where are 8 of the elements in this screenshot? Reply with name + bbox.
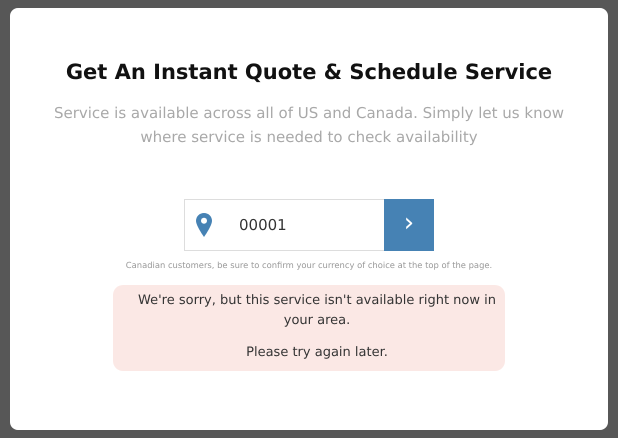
location-pin-icon bbox=[196, 213, 212, 238]
subtitle-text: Service is available across all of US and Canada. Simply let us know where service is needed to check availability bbox=[52, 103, 566, 148]
modal-title: Get An Instant Quote & Schedule Service bbox=[64, 60, 554, 86]
zip-input-field[interactable]: 00001 bbox=[184, 199, 384, 252]
currency-note: Canadian customers, be sure to confirm your currency of choice at the top of the page. bbox=[124, 259, 494, 272]
submit-button[interactable]: › bbox=[384, 199, 434, 252]
alert-message: We're sorry, but this service isn't available right now in your area. bbox=[137, 292, 497, 330]
alert-message: Please try again later. bbox=[245, 344, 389, 362]
